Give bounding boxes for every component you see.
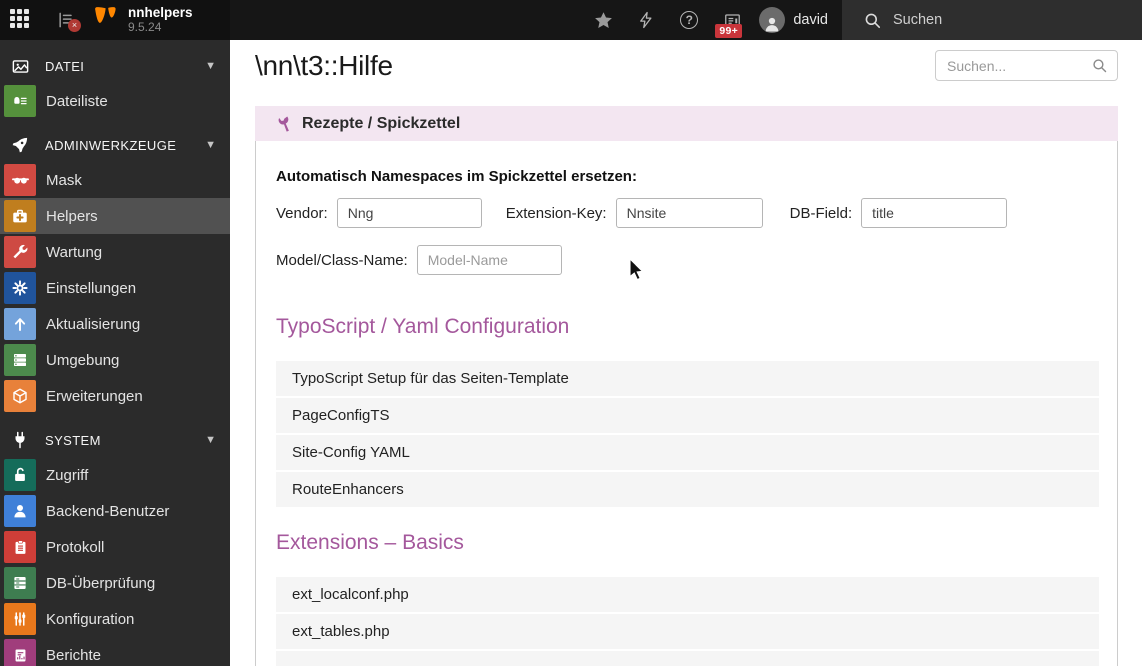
global-search-label: Suchen bbox=[893, 12, 943, 28]
sidebar-item-mask[interactable]: Mask bbox=[0, 162, 230, 198]
sidebar-item-aktualisierung[interactable]: Aktualisierung bbox=[0, 306, 230, 342]
server-icon bbox=[4, 344, 36, 376]
gear-icon bbox=[4, 272, 36, 304]
recipe-item[interactable]: ext_tables.php bbox=[276, 614, 1099, 649]
recipes-banner[interactable]: Rezepte / Spickzettel bbox=[255, 106, 1118, 141]
notification-badge: 99+ bbox=[715, 24, 743, 38]
section-label: SYSTEM bbox=[45, 432, 101, 448]
filelist-icon bbox=[4, 85, 36, 117]
recipe-item[interactable]: TypoScript Setup für das Seiten-Template bbox=[276, 361, 1099, 396]
recipe-list-extensions: ext_localconf.php ext_tables.php bbox=[276, 577, 1099, 666]
module-version: 9.5.24 bbox=[128, 19, 162, 34]
model-class-input[interactable] bbox=[416, 245, 562, 275]
sidebar-item-konfiguration[interactable]: Konfiguration bbox=[0, 601, 230, 637]
typo3-logo[interactable] bbox=[92, 5, 119, 36]
vendor-input[interactable] bbox=[336, 198, 482, 228]
chevron-down-icon: ▼ bbox=[205, 434, 216, 446]
sidebar-item-berichte[interactable]: Berichte bbox=[0, 637, 230, 666]
chevron-down-icon: ▼ bbox=[205, 139, 216, 151]
vendor-label: Vendor: bbox=[276, 204, 328, 222]
section-label: DATEI bbox=[45, 58, 85, 74]
search-icon bbox=[865, 13, 881, 28]
doc-state-icon[interactable]: × bbox=[56, 10, 81, 32]
help-icon[interactable]: ? bbox=[678, 9, 700, 31]
modules-grid-icon[interactable] bbox=[10, 9, 32, 31]
recipe-list-typoscript: TypoScript Setup für das Seiten-Template… bbox=[276, 361, 1099, 507]
sidebar-item-backend-benutzer[interactable]: Backend-Benutzer bbox=[0, 493, 230, 529]
section-heading-extensions: Extensions – Basics bbox=[276, 531, 464, 554]
section-label: ADMINWERKZEUGE bbox=[45, 137, 177, 153]
firstaid-icon bbox=[4, 200, 36, 232]
extension-key-input[interactable] bbox=[615, 198, 763, 228]
page-title: \nn\t3::Hilfe bbox=[255, 50, 393, 81]
doc-search-input[interactable] bbox=[947, 57, 1091, 74]
open-lock-icon bbox=[4, 459, 36, 491]
system-information-icon[interactable]: 99+ bbox=[715, 9, 743, 38]
clipboard-icon bbox=[4, 531, 36, 563]
content-area: \nn\t3::Hilfe Rezepte / Spickzettel Auto… bbox=[230, 40, 1142, 666]
sidebar-section-datei[interactable]: DATEI ▼ bbox=[0, 49, 230, 83]
sidebar-item-umgebung[interactable]: Umgebung bbox=[0, 342, 230, 378]
sliders-icon bbox=[4, 603, 36, 635]
namespace-form-row-2: Model/Class-Name: bbox=[276, 245, 1099, 275]
sidebar-item-db-ueberpruefung[interactable]: DB-Überprüfung bbox=[0, 565, 230, 601]
sidebar-item-einstellungen[interactable]: Einstellungen bbox=[0, 270, 230, 306]
sidebar-item-wartung[interactable]: Wartung bbox=[0, 234, 230, 270]
bookmark-star-icon[interactable] bbox=[592, 9, 614, 31]
user-icon bbox=[4, 495, 36, 527]
topbar-left: × nnhelpers 9.5.24 bbox=[0, 0, 230, 40]
extension-key-label: Extension-Key: bbox=[505, 204, 607, 222]
flush-cache-bolt-icon[interactable] bbox=[635, 9, 657, 31]
recipe-item[interactable]: ext_localconf.php bbox=[276, 577, 1099, 612]
model-class-label: Model/Class-Name: bbox=[276, 251, 408, 269]
recipe-item[interactable]: PageConfigTS bbox=[276, 398, 1099, 433]
form-heading: Automatisch Namespaces im Spickzettel er… bbox=[276, 168, 637, 185]
topbar: × nnhelpers 9.5.24 ? 99+ david Suchen bbox=[0, 0, 1142, 40]
banner-label: Rezepte / Spickzettel bbox=[302, 114, 461, 132]
database-icon bbox=[4, 567, 36, 599]
sidebar-item-protokoll[interactable]: Protokoll bbox=[0, 529, 230, 565]
doc-search-box bbox=[935, 50, 1118, 81]
up-arrow-icon bbox=[4, 308, 36, 340]
sidebar-item-erweiterungen[interactable]: Erweiterungen bbox=[0, 378, 230, 414]
global-search[interactable]: Suchen bbox=[842, 0, 1142, 40]
user-menu[interactable]: david bbox=[759, 7, 828, 33]
sidebar-item-dateiliste[interactable]: Dateiliste bbox=[0, 83, 230, 119]
mask-icon bbox=[4, 164, 36, 196]
image-icon bbox=[4, 57, 36, 76]
topbar-icons: ? 99+ bbox=[592, 9, 759, 38]
chevron-down-icon: ▼ bbox=[205, 60, 216, 72]
search-icon[interactable] bbox=[1091, 57, 1108, 74]
sidebar-item-helpers[interactable]: Helpers bbox=[0, 198, 230, 234]
section-heading-typoscript: TypoScript / Yaml Configuration bbox=[276, 315, 570, 338]
recipe-item[interactable]: RouteEnhancers bbox=[276, 472, 1099, 507]
rocket-icon bbox=[4, 136, 36, 154]
doc-close-badge: × bbox=[68, 19, 81, 32]
namespace-form-row-1: Vendor: Extension-Key: DB-Field: bbox=[276, 198, 1099, 228]
db-field-input[interactable] bbox=[861, 198, 1008, 228]
sidebar-section-system[interactable]: SYSTEM ▼ bbox=[0, 423, 230, 457]
recipe-item[interactable]: Site-Config YAML bbox=[276, 435, 1099, 470]
db-field-label: DB-Field: bbox=[789, 204, 853, 222]
sidebar-item-zugriff[interactable]: Zugriff bbox=[0, 457, 230, 493]
cube-icon bbox=[4, 380, 36, 412]
wrench-icon bbox=[278, 116, 289, 132]
module-title: nnhelpers 9.5.24 bbox=[128, 5, 193, 34]
avatar bbox=[759, 7, 786, 33]
username: david bbox=[793, 12, 828, 28]
wrench-icon bbox=[4, 236, 36, 268]
recipe-item-partial[interactable] bbox=[276, 651, 1099, 666]
module-name: nnhelpers bbox=[128, 5, 193, 21]
report-icon bbox=[4, 639, 36, 666]
sidebar-section-adminwerkzeuge[interactable]: ADMINWERKZEUGE ▼ bbox=[0, 128, 230, 162]
module-sidebar: DATEI ▼ Dateiliste ADMINWERKZEUGE ▼ Mask… bbox=[0, 40, 230, 666]
plug-icon bbox=[4, 431, 36, 449]
recipes-panel: Automatisch Namespaces im Spickzettel er… bbox=[255, 141, 1118, 666]
